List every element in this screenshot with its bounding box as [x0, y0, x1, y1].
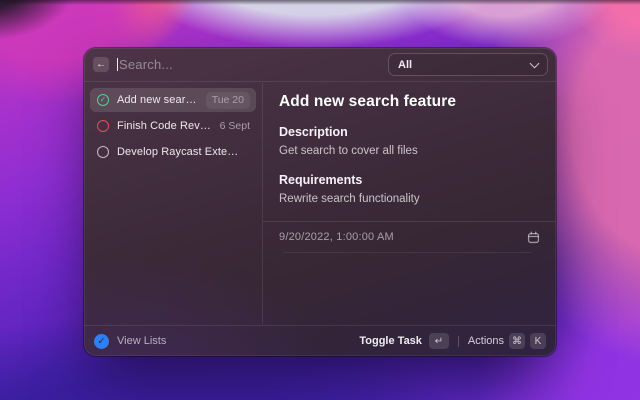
task-detail-panel: Add new search feature Description Get s…: [262, 83, 556, 324]
task-title: Finish Code Reviews: [117, 120, 212, 132]
task-title: Add new search feature: [117, 94, 198, 106]
task-open-icon: [97, 146, 109, 158]
window-body: ✓ Add new search feature Tue 20 Finish C…: [84, 83, 556, 324]
task-open-icon: [97, 120, 109, 132]
return-key-badge: ↵: [429, 333, 449, 349]
section-body: Get search to cover all files: [279, 145, 540, 157]
task-list-item[interactable]: Finish Code Reviews 6 Sept: [90, 114, 256, 138]
back-button[interactable]: ←: [93, 57, 109, 72]
filter-dropdown[interactable]: All: [388, 53, 548, 76]
text-caret: [117, 58, 118, 71]
footer-divider: [458, 336, 459, 347]
task-done-icon: ✓: [97, 94, 109, 106]
search-bar: ← Search... All: [84, 48, 556, 82]
section-heading: Requirements: [279, 173, 540, 187]
raycast-window: ← Search... All ✓ Add new search feature…: [84, 48, 556, 356]
detail-title: Add new search feature: [279, 93, 540, 111]
source-label: View Lists: [117, 335, 166, 347]
search-input[interactable]: Search...: [117, 57, 388, 72]
detail-section: Description Get search to cover all file…: [279, 125, 540, 157]
task-title: Develop Raycast Extension: [117, 146, 242, 158]
todo-app-icon: ✓: [94, 334, 109, 349]
detail-section: Requirements Rewrite search functionalit…: [279, 173, 540, 205]
task-due-date: 6 Sept: [220, 120, 250, 132]
back-arrow-icon: ←: [96, 60, 106, 70]
k-key-badge: K: [530, 333, 546, 349]
filter-value: All: [398, 59, 412, 71]
action-bar: ✓ View Lists Toggle Task ↵ Actions ⌘ K: [84, 325, 556, 356]
task-list-item[interactable]: ✓ Add new search feature Tue 20: [90, 88, 256, 112]
chevron-down-icon: [530, 58, 540, 68]
section-body: Rewrite search functionality: [279, 193, 540, 205]
actions-button[interactable]: Actions: [468, 335, 504, 347]
footer-actions: Toggle Task ↵ Actions ⌘ K: [359, 333, 546, 349]
task-due-date: Tue 20: [206, 92, 250, 109]
section-heading: Description: [279, 125, 540, 139]
date-field-divider: [283, 252, 532, 253]
toggle-task-button[interactable]: Toggle Task: [359, 335, 422, 347]
due-date-value: 9/20/2022, 1:00:00 AM: [279, 231, 394, 243]
cmd-key-badge: ⌘: [509, 333, 525, 349]
search-placeholder: Search...: [119, 57, 173, 72]
due-date-field[interactable]: 9/20/2022, 1:00:00 AM: [279, 222, 540, 252]
calendar-icon: [527, 231, 540, 244]
task-list-item[interactable]: Develop Raycast Extension: [90, 140, 256, 164]
task-list: ✓ Add new search feature Tue 20 Finish C…: [84, 83, 262, 324]
